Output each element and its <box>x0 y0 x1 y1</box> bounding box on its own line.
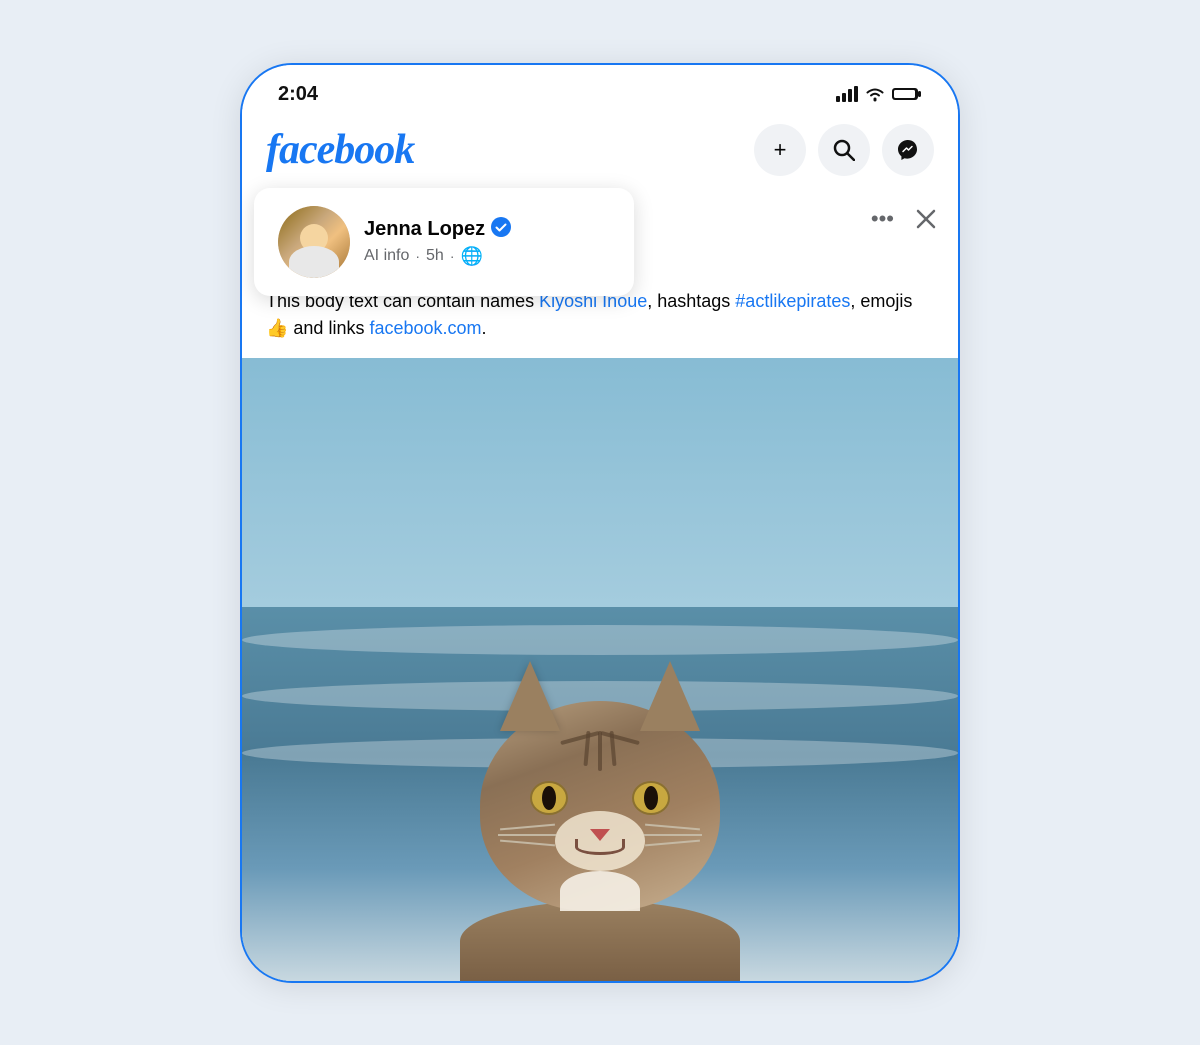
author-popup: Jenna Lopez AI info · 5h · 🌐 <box>254 188 634 296</box>
battery-icon <box>892 86 922 102</box>
more-icon: ••• <box>871 206 894 232</box>
author-name: Jenna Lopez <box>364 218 485 241</box>
post-link[interactable]: facebook.com <box>369 318 481 338</box>
cat-scene <box>242 358 958 981</box>
whisker-right-2 <box>644 834 702 836</box>
whisker-left-3 <box>500 839 555 846</box>
more-options-button[interactable]: ••• <box>871 206 894 232</box>
whisker-right-1 <box>645 823 700 830</box>
facebook-logo: facebook <box>266 126 414 174</box>
stripe-4 <box>560 730 600 744</box>
globe-icon: 🌐 <box>461 246 483 267</box>
post-time: 5h <box>426 247 444 265</box>
cat-eyes <box>530 781 670 815</box>
separator-dot-2: · <box>450 248 455 264</box>
plus-icon: + <box>774 137 787 163</box>
body-text-middle: , hashtags <box>647 291 735 311</box>
cat-chin <box>560 871 640 911</box>
author-info: Jenna Lopez AI info · 5h · 🌐 <box>364 217 511 267</box>
post-card: Jenna Lopez AI info · 5h · 🌐 <box>242 188 958 981</box>
author-name-row: Jenna Lopez <box>364 217 511 242</box>
header-icons: + <box>754 124 934 176</box>
body-text-end: . <box>482 318 487 338</box>
search-button[interactable] <box>818 124 870 176</box>
cat-head <box>480 701 720 911</box>
sky <box>242 358 958 638</box>
post-image <box>242 358 958 981</box>
status-icons <box>836 86 922 102</box>
verified-badge <box>491 217 511 242</box>
wave-1 <box>242 625 958 655</box>
avatar-image <box>278 206 350 278</box>
add-button[interactable]: + <box>754 124 806 176</box>
wifi-icon <box>864 86 886 102</box>
post-actions-top: ••• <box>871 206 938 232</box>
cat <box>430 701 770 981</box>
close-icon <box>914 207 938 231</box>
ai-info-label: AI info <box>364 247 409 265</box>
hashtag[interactable]: #actlikepirates <box>735 291 850 311</box>
signal-icon <box>836 86 858 102</box>
whisker-left-1 <box>500 823 555 830</box>
stripe-5 <box>600 730 640 744</box>
cat-right-eye <box>632 781 670 815</box>
whisker-left-2 <box>498 834 556 836</box>
status-bar: 2:04 <box>242 65 958 112</box>
phone-frame: 2:04 facebook <box>240 63 960 983</box>
status-time: 2:04 <box>278 83 318 106</box>
avatar <box>278 206 350 278</box>
separator-dot: · <box>415 248 420 264</box>
stripe-2 <box>598 731 602 771</box>
cat-left-eye <box>530 781 568 815</box>
close-button[interactable] <box>914 207 938 231</box>
cat-mouth <box>575 839 625 855</box>
author-meta: AI info · 5h · 🌐 <box>364 246 511 267</box>
whisker-right-3 <box>645 839 700 846</box>
search-icon <box>833 139 855 161</box>
app-header: facebook + <box>242 112 958 188</box>
messenger-icon <box>896 138 920 162</box>
cat-torso <box>460 901 740 981</box>
messenger-button[interactable] <box>882 124 934 176</box>
